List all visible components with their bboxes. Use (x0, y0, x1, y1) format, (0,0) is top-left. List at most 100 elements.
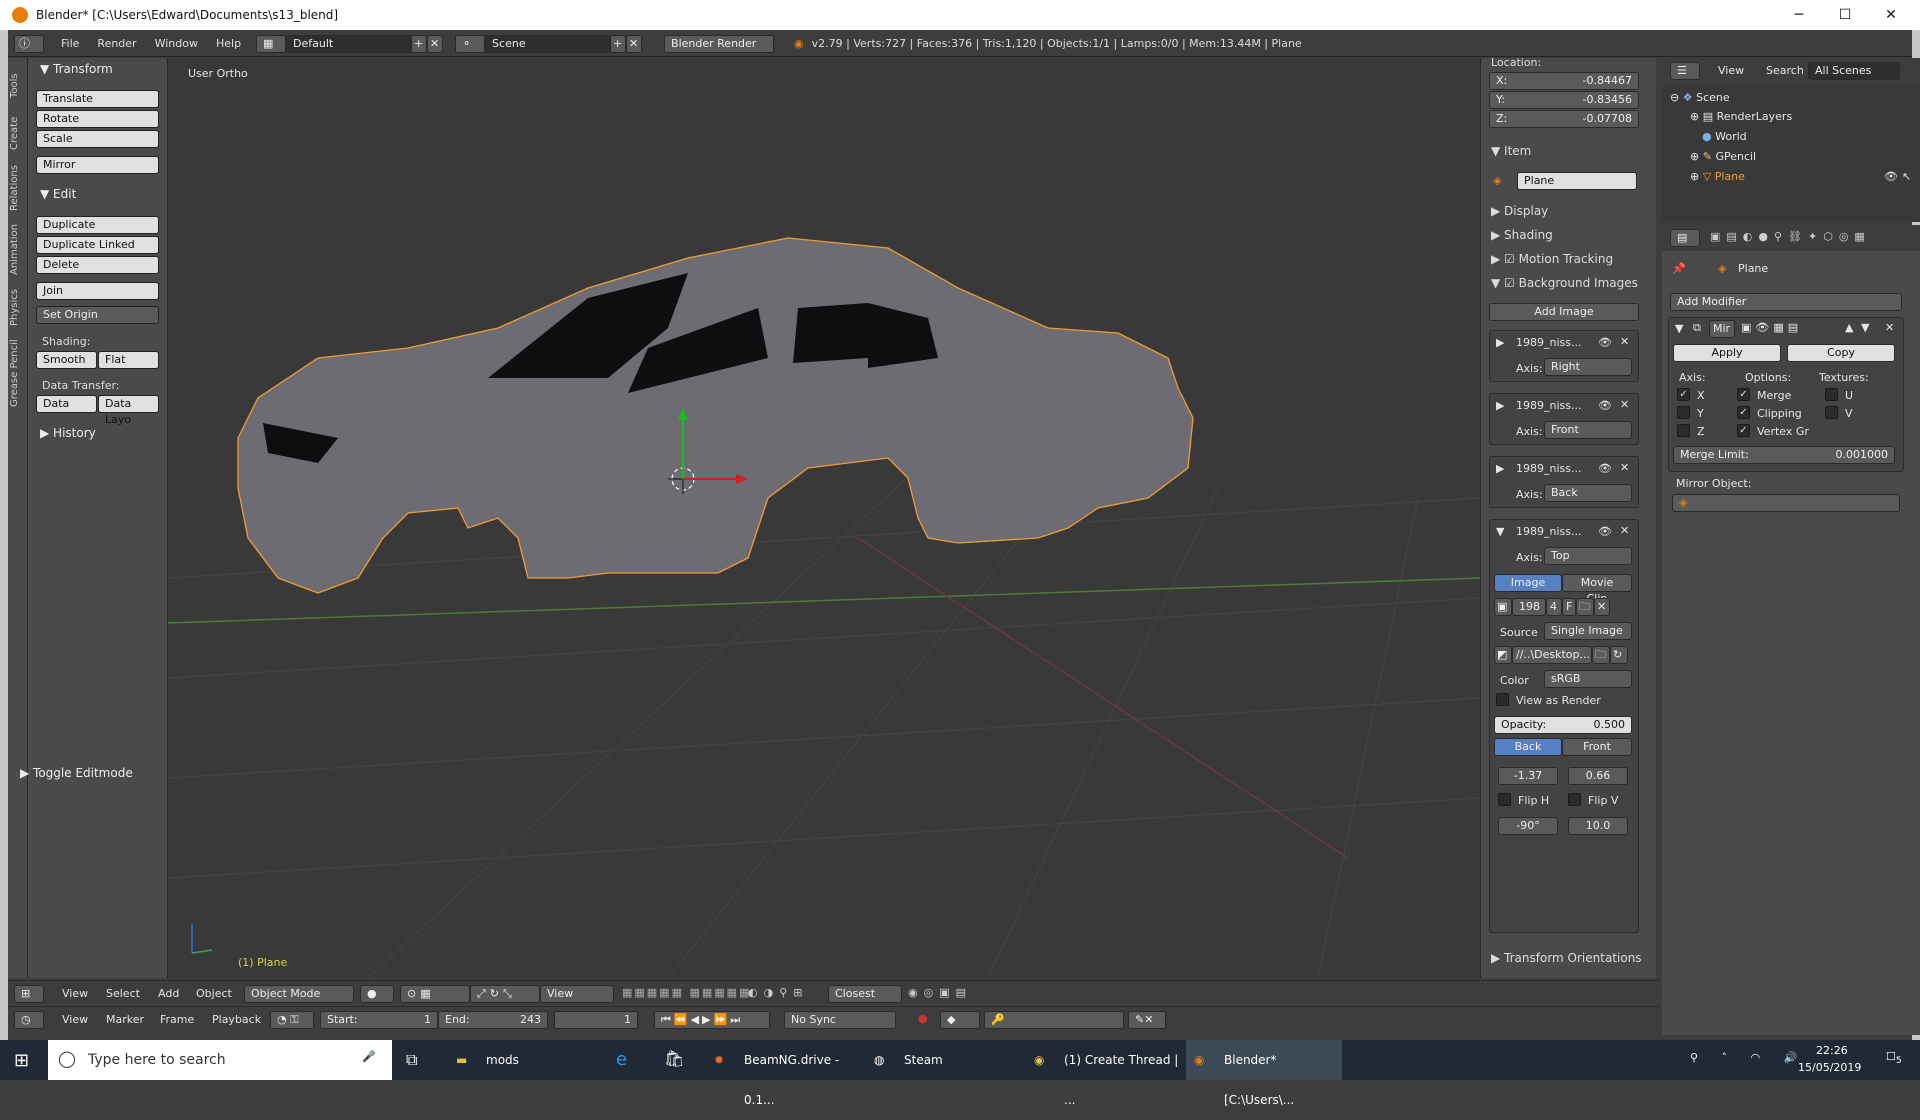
3d-editor-type-icon[interactable]: ⊞ (14, 985, 44, 1003)
location-y-field[interactable]: Y: -0.83456 (1489, 91, 1639, 109)
properties-context-tabs[interactable]: ▣▤◐●⚲⛓✦⬡◎▦ (1710, 230, 1871, 243)
outliner-view-menu[interactable]: View (1718, 64, 1744, 77)
add-scene-icon[interactable]: + (610, 34, 627, 53)
add-image-button[interactable]: Add Image (1489, 303, 1639, 321)
playback-menu[interactable]: Playback (212, 1013, 261, 1026)
data-layout-button[interactable]: Data Layo (98, 395, 159, 426)
join-button[interactable]: Join (36, 282, 159, 300)
motion-tracking-panel-header[interactable]: ▶ ☑ Motion Tracking (1491, 252, 1613, 266)
front-toggle[interactable]: Front (1562, 738, 1632, 756)
preview-range-icons[interactable]: ◔ ⚿ (270, 1011, 314, 1029)
image-browse-icon[interactable]: ▣ (1494, 598, 1512, 616)
car-body-mesh[interactable] (237, 237, 1194, 594)
add-layout-icon[interactable]: + (411, 34, 428, 53)
render-icons[interactable]: ◉◎▣▤ (908, 986, 972, 999)
maximize-button[interactable]: ☐ (1822, 0, 1868, 30)
fake-user-button[interactable]: F (1562, 598, 1576, 616)
view-as-render-checkbox[interactable] (1496, 693, 1509, 706)
selectability-cursor-icon[interactable]: ↖ (1902, 170, 1911, 183)
background-images-panel-header[interactable]: ▼ ☑ Background Images (1491, 276, 1638, 290)
scale-button[interactable]: Scale (36, 130, 159, 148)
add-modifier-select[interactable]: Add Modifier (1670, 293, 1902, 311)
set-origin-select[interactable]: Set Origin (36, 306, 159, 324)
toggle-editmode-header[interactable]: ▶ Toggle Editmode (20, 766, 133, 780)
axis-select[interactable]: Top (1544, 547, 1632, 565)
rotate-button[interactable]: Rotate (36, 110, 159, 128)
item-panel-header[interactable]: ▼ Item (1491, 144, 1531, 158)
menu-add[interactable]: Add (158, 987, 179, 1000)
history-panel-header[interactable]: ▶ History (40, 426, 96, 440)
menu-window[interactable]: Window (146, 37, 207, 50)
display-panel-header[interactable]: ▶ Display (1491, 204, 1548, 218)
transform-panel-header[interactable]: ▼ Transform (40, 62, 113, 76)
remove-icon[interactable]: ✕ (1620, 461, 1629, 474)
taskbar-app-chrome[interactable]: ◉ (1) Create Thread | ... (1026, 1040, 1184, 1107)
eye-icon[interactable]: 👁 (1598, 336, 1612, 349)
translate-button[interactable]: Translate (36, 90, 159, 108)
modifier-name-field[interactable]: Mir (1709, 320, 1735, 338)
image-filepath-field[interactable]: //..\Desktop... (1512, 646, 1592, 664)
tab-create[interactable]: Create (9, 108, 27, 158)
remove-icon[interactable]: ✕ (1620, 524, 1629, 537)
remove-icon[interactable]: ✕ (1620, 398, 1629, 411)
outliner-editor-icon[interactable]: ☰ (1670, 62, 1700, 80)
timeline-view-menu[interactable]: View (62, 1013, 88, 1026)
editor-type-icon[interactable]: ⓘ (14, 34, 44, 53)
pin-icon[interactable]: 📌 (1672, 262, 1686, 275)
object-mode-select[interactable]: Object Mode (244, 985, 354, 1003)
movie-clip-tab[interactable]: Movie Clip (1562, 574, 1632, 605)
color-space-select[interactable]: sRGB (1544, 670, 1632, 688)
flat-button[interactable]: Flat (98, 351, 159, 369)
edit-panel-header[interactable]: ▼ Edit (40, 187, 76, 201)
unlink-image-icon[interactable]: ✕ (1594, 598, 1610, 616)
tab-animation[interactable]: Animation (9, 220, 27, 280)
mirror-object-field[interactable]: ◈ (1672, 494, 1900, 512)
axis-select[interactable]: Back (1544, 484, 1632, 502)
duplicate-linked-button[interactable]: Duplicate Linked (36, 236, 159, 254)
clock-time[interactable]: 22:26 (1816, 1044, 1848, 1057)
keying-set-field[interactable]: 🔑 (984, 1011, 1124, 1029)
move-down-icon[interactable]: ▼ (1861, 321, 1869, 334)
close-button[interactable]: ✕ (1868, 0, 1914, 30)
duplicate-button[interactable]: Duplicate (36, 216, 159, 234)
image-tab[interactable]: Image (1494, 574, 1562, 592)
notification-icon[interactable]: ☐5 (1886, 1050, 1902, 1066)
render-engine-select[interactable]: Blender Render (664, 34, 775, 53)
merge-limit-field[interactable]: Merge Limit: 0.001000 (1673, 446, 1895, 464)
clipping-checkbox[interactable]: ✓ (1737, 406, 1750, 419)
end-frame-field[interactable]: End: 243 (438, 1011, 548, 1029)
remove-modifier-icon[interactable]: ✕ (1885, 321, 1894, 334)
eye-icon[interactable]: 👁 (1598, 399, 1612, 412)
current-frame-field[interactable]: 1 (554, 1011, 638, 1029)
texture-u-checkbox[interactable] (1825, 388, 1838, 401)
screen-layout-field[interactable]: Default (286, 34, 412, 53)
clock-date[interactable]: 15/05/2019 (1798, 1061, 1861, 1074)
snap-target-select[interactable]: Closest (828, 985, 902, 1003)
axis-select[interactable]: Right (1544, 358, 1632, 376)
rotation-field[interactable]: -90° (1498, 817, 1558, 835)
properties-editor-icon[interactable]: ▤ (1670, 229, 1700, 247)
merge-checkbox[interactable]: ✓ (1737, 388, 1750, 401)
menu-view[interactable]: View (62, 987, 88, 1000)
menu-render[interactable]: Render (88, 37, 145, 50)
opacity-field[interactable]: Opacity: 0.500 (1494, 716, 1632, 734)
manipulator-icons[interactable]: ⤢↻⤡ (470, 985, 540, 1003)
timeline-editor-icon[interactable]: ◷ (14, 1011, 44, 1029)
sync-mode-select[interactable]: No Sync (784, 1011, 896, 1029)
source-select[interactable]: Single Image (1544, 622, 1632, 640)
menu-help[interactable]: Help (207, 37, 250, 50)
frame-menu[interactable]: Frame (160, 1013, 194, 1026)
offset-y-field[interactable]: 0.66 (1568, 767, 1628, 785)
taskbar-app-blender[interactable]: ◉ Blender* [C:\Users\... (1186, 1040, 1342, 1107)
transform-orientations-header[interactable]: ▶ Transform Orientations (1491, 951, 1642, 965)
minimize-button[interactable]: ─ (1776, 0, 1822, 30)
image-id-field[interactable]: 198 (1512, 598, 1546, 616)
tree-item-plane[interactable]: ⊕ ▽ Plane (1690, 170, 1745, 183)
flip-v-checkbox[interactable] (1568, 793, 1581, 806)
location-x-field[interactable]: X: -0.84467 (1489, 72, 1639, 90)
mirror-button[interactable]: Mirror (36, 156, 159, 174)
marker-menu[interactable]: Marker (106, 1013, 144, 1026)
smooth-button[interactable]: Smooth (36, 351, 97, 369)
data-button[interactable]: Data (36, 395, 97, 413)
tab-grease-pencil[interactable]: Grease Pencil (9, 336, 27, 411)
